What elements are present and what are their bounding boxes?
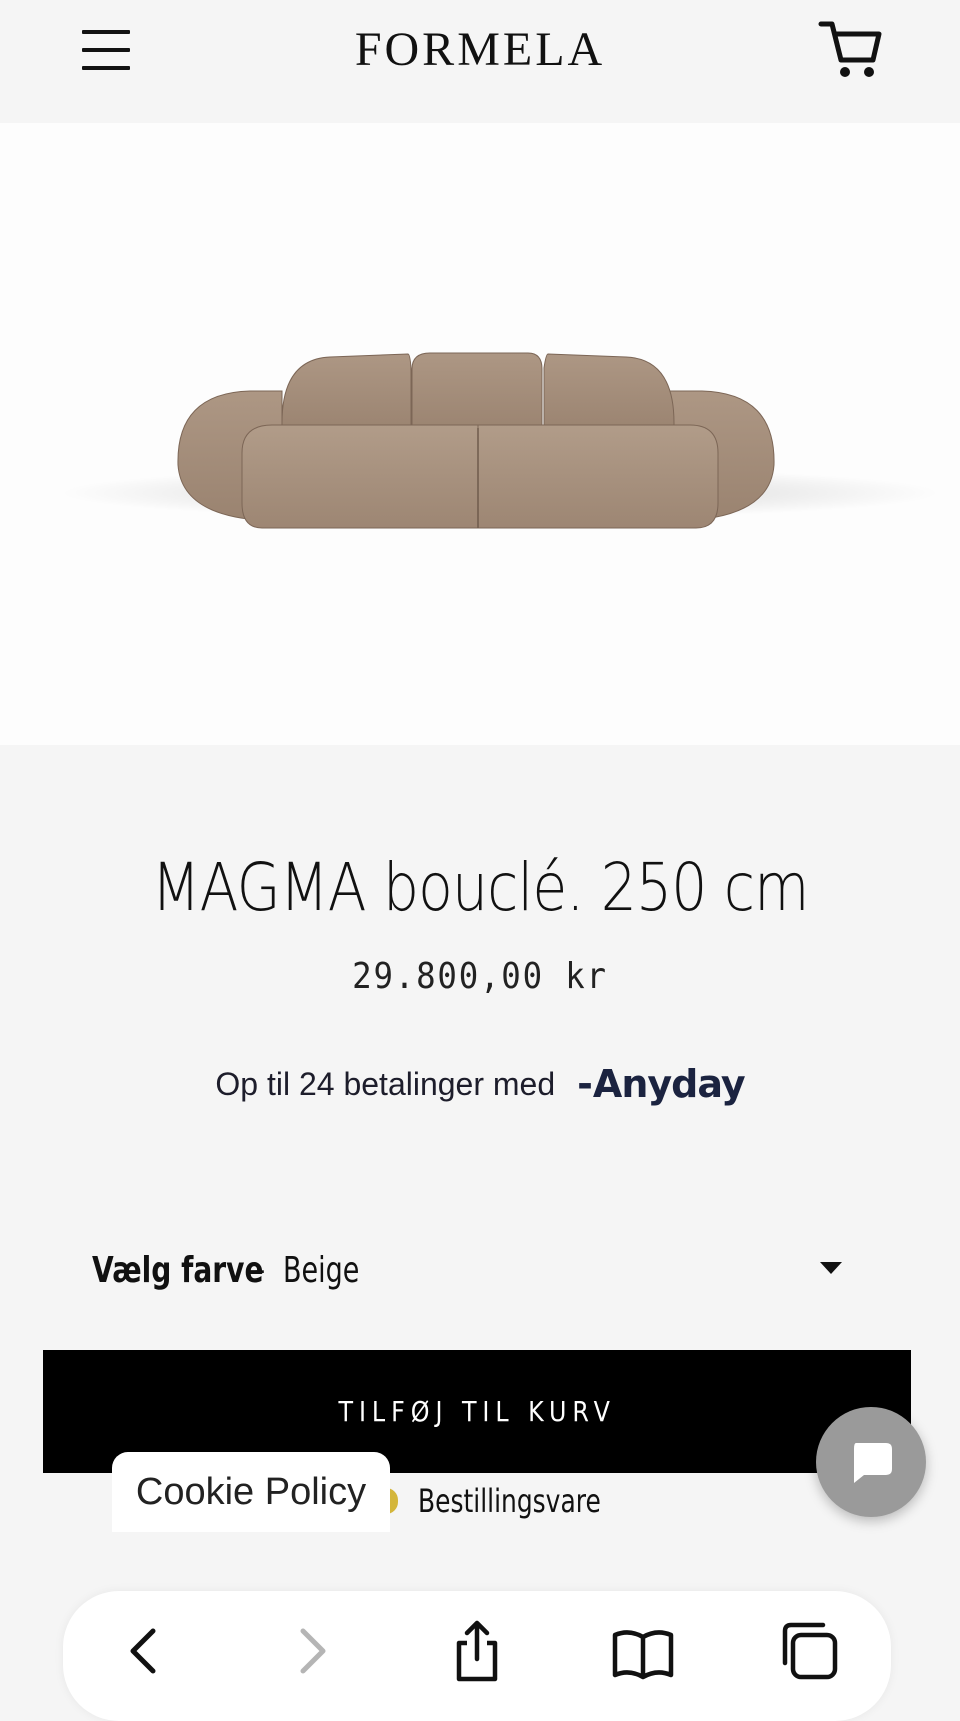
product-title: MAGMA bouclé. 250 cm [151, 849, 809, 926]
tabs-button[interactable] [777, 1619, 841, 1683]
back-button[interactable] [113, 1619, 177, 1683]
anyday-logo[interactable]: Anyday [577, 1062, 746, 1106]
chevron-down-icon [820, 1262, 842, 1274]
stock-status-text: Bestillingsvare [418, 1482, 601, 1520]
sofa-illustration [60, 352, 940, 529]
bookmarks-button[interactable] [611, 1619, 675, 1683]
add-to-cart-label: TILFØJ TIL KURV [338, 1395, 616, 1428]
color-select[interactable]: Vælg farve - Beige [92, 1240, 862, 1300]
chat-button[interactable] [816, 1407, 926, 1517]
color-select-label: Vælg farve [92, 1249, 264, 1291]
product-price: 29.800,00 kr [352, 956, 608, 997]
share-icon [456, 1620, 498, 1682]
browser-toolbar [63, 1591, 891, 1721]
cart-button[interactable] [818, 16, 882, 82]
product-image[interactable] [0, 123, 960, 745]
chevron-right-icon [300, 1628, 326, 1674]
cookie-policy-tab[interactable]: Cookie Policy [112, 1452, 390, 1532]
stock-status: Bestillingsvare [386, 1481, 652, 1521]
chat-icon [854, 1443, 892, 1483]
installments-banner: Op til 24 betalinger med Anyday [0, 1062, 960, 1106]
forward-button[interactable] [279, 1619, 343, 1683]
site-header: FORMELA [0, 0, 960, 123]
installments-text: Op til 24 betalinger med [215, 1065, 556, 1102]
cookie-policy-label: Cookie Policy [135, 1470, 367, 1513]
cart-icon [818, 21, 882, 77]
tabs-icon [782, 1622, 838, 1680]
color-select-value: Beige [283, 1249, 360, 1291]
brand-logo[interactable]: FORMELA [0, 18, 960, 82]
share-button[interactable] [445, 1619, 509, 1683]
book-icon [612, 1630, 674, 1680]
chevron-left-icon [130, 1628, 156, 1674]
